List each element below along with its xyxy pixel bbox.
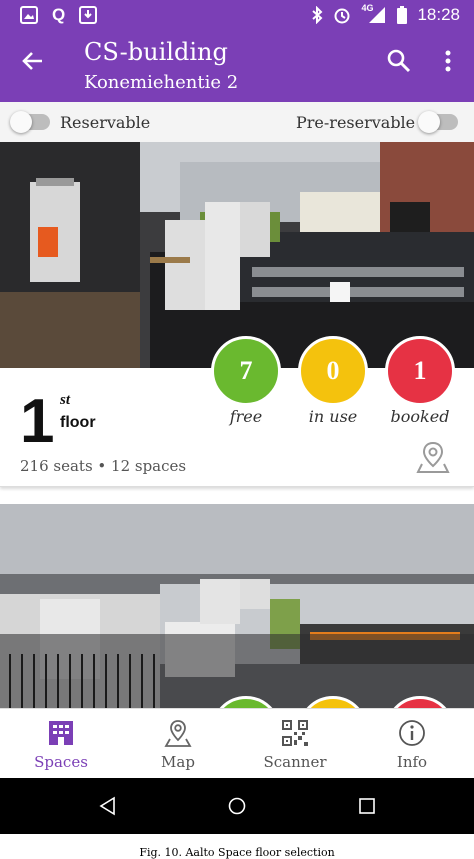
status-bar: Q 4G 18:28	[0, 0, 474, 30]
alarm-icon	[334, 8, 350, 24]
pre-reservable-label: Pre-reservable	[296, 113, 416, 132]
search-icon[interactable]	[386, 48, 414, 76]
next-floor-photo[interactable]	[0, 504, 474, 708]
free-count: 7	[239, 356, 253, 385]
filter-bar: Reservable Pre-reservable	[0, 102, 474, 142]
nav-scanner-label: Scanner	[263, 753, 327, 771]
system-navigation-bar	[0, 778, 474, 834]
nav-info[interactable]: Info	[353, 709, 471, 779]
reservable-toggle[interactable]	[10, 111, 50, 133]
nav-spaces[interactable]: Spaces	[2, 709, 120, 779]
nav-map[interactable]: Map	[119, 709, 237, 779]
nav-info-label: Info	[396, 753, 428, 771]
clock: 18:28	[417, 5, 460, 24]
info-icon	[399, 720, 425, 746]
network-label: 4G	[361, 3, 374, 13]
system-recents-icon[interactable]	[358, 797, 376, 815]
free-label: free	[229, 407, 263, 426]
floor-ordinal-suffix: st	[60, 392, 71, 408]
booked-label: booked	[390, 407, 450, 426]
booked-count: 1	[413, 356, 427, 385]
building-icon	[49, 721, 73, 745]
map-location-icon[interactable]	[416, 440, 450, 474]
qr-code-icon	[282, 720, 308, 746]
page-title: CS-building	[84, 38, 228, 66]
map-pin-icon	[164, 720, 192, 747]
floor-number: 1	[20, 387, 55, 456]
app-bar: CS-building Konemiehentie 2	[0, 30, 474, 102]
booked-count-badge: 1	[385, 336, 455, 406]
more-options-icon[interactable]	[438, 48, 458, 76]
nav-map-label: Map	[161, 753, 195, 771]
page-subtitle: Konemiehentie 2	[84, 72, 239, 93]
q-app-icon: Q	[52, 5, 66, 24]
bluetooth-icon	[312, 6, 323, 24]
pre-reservable-toggle[interactable]	[418, 111, 458, 133]
floor-photo-image	[0, 142, 474, 368]
nav-scanner[interactable]: Scanner	[236, 709, 354, 779]
system-back-icon[interactable]	[98, 796, 118, 816]
image-icon	[20, 6, 38, 24]
system-home-icon[interactable]	[227, 796, 247, 816]
battery-icon	[397, 6, 408, 24]
free-count-badge: 7	[211, 336, 281, 406]
seats-summary: 216 seats • 12 spaces	[20, 457, 187, 475]
download-icon	[79, 6, 98, 24]
in-use-count-badge: 0	[298, 336, 368, 406]
reservable-label: Reservable	[60, 113, 151, 132]
nav-spaces-label: Spaces	[34, 753, 88, 771]
back-arrow-icon[interactable]	[20, 48, 50, 78]
bottom-navigation: Spaces Map Scanner Info	[0, 708, 474, 779]
figure-caption: Fig. 10. Aalto Space floor selection	[139, 846, 335, 859]
next-floor-photo-image	[0, 504, 474, 708]
in-use-label: in use	[308, 407, 358, 426]
floor-word: floor	[60, 414, 96, 431]
floor-photo[interactable]	[0, 142, 474, 368]
in-use-count: 0	[326, 356, 340, 385]
